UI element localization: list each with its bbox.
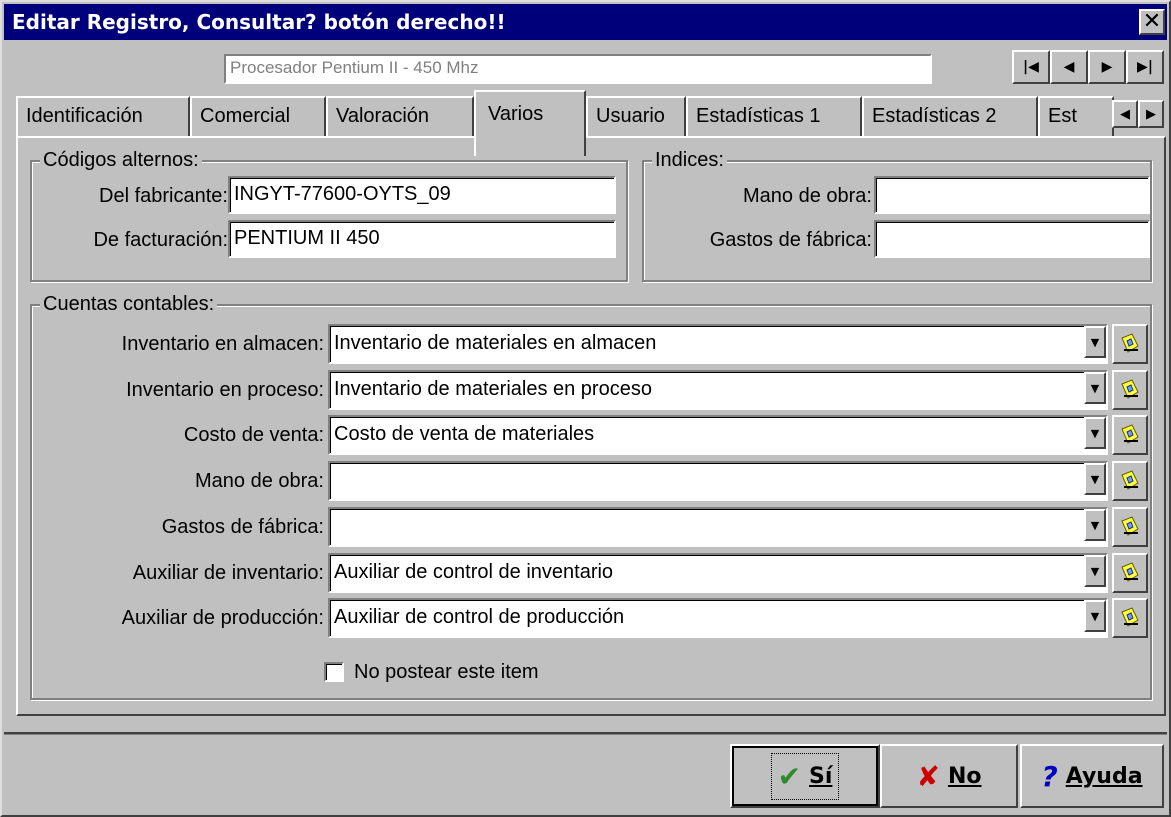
scroll-left-icon: ◀ xyxy=(1120,106,1130,122)
cuenta-value: Inventario de materiales en proceso xyxy=(328,370,1108,410)
cuenta-combo[interactable]: Costo de venta de materiales ▼ xyxy=(328,415,1108,455)
lookup-flashlight-icon[interactable] xyxy=(1112,415,1148,455)
dropdown-arrow-icon[interactable]: ▼ xyxy=(1084,555,1106,587)
cuenta-value: Auxiliar de control de inventario xyxy=(328,553,1108,593)
cuenta-combo[interactable]: Auxiliar de control de inventario ▼ xyxy=(328,553,1108,593)
cuenta-combo[interactable]: Auxiliar de control de producción ▼ xyxy=(328,598,1108,638)
tab-label: Identificación xyxy=(26,105,143,127)
cuenta-combo[interactable]: Inventario de materiales en almacen ▼ xyxy=(328,324,1108,364)
ayuda-label: Ayuda xyxy=(1065,763,1143,789)
close-icon: ✕ xyxy=(1142,9,1162,34)
no-postear-checkbox[interactable]: No postear este item xyxy=(324,658,539,686)
lookup-flashlight-icon[interactable] xyxy=(1112,370,1148,410)
dropdown-arrow-icon[interactable]: ▼ xyxy=(1084,372,1106,404)
cuenta-label: Gastos de fábrica: xyxy=(161,516,324,538)
tab-estadisticas-1[interactable]: Estadísticas 1 xyxy=(686,96,862,136)
no-label: No xyxy=(947,763,982,789)
button-bar: ✔ Sí ✘ No ? Ayuda xyxy=(4,732,1167,816)
tab-usuario[interactable]: Usuario xyxy=(586,96,686,136)
checkmark-icon: ✔ xyxy=(777,759,802,793)
cuenta-value: Inventario de materiales en almacen xyxy=(328,324,1108,364)
cuenta-label: Costo de venta: xyxy=(183,424,324,446)
lookup-flashlight-icon[interactable] xyxy=(1112,553,1148,593)
dropdown-arrow-icon[interactable]: ▼ xyxy=(1084,509,1106,541)
checkbox-box[interactable] xyxy=(324,662,344,682)
first-icon: |◀ xyxy=(1023,59,1039,75)
last-icon: ▶| xyxy=(1137,59,1153,75)
tab-scroll-right-button[interactable]: ▶ xyxy=(1138,100,1164,128)
indices-gastos-input[interactable] xyxy=(874,220,1150,258)
close-button[interactable]: ✕ xyxy=(1139,9,1165,35)
tab-label: Est xyxy=(1048,105,1077,127)
no-button[interactable]: ✘ No xyxy=(880,744,1018,808)
facturacion-input[interactable]: PENTIUM II 450 xyxy=(228,220,616,258)
tab-varios[interactable]: Varios xyxy=(474,90,586,156)
tab-scroll-left-button[interactable]: ◀ xyxy=(1112,100,1138,128)
tab-strip: Identificación Comercial Valoración Vari… xyxy=(16,90,1166,160)
x-icon: ✘ xyxy=(916,759,940,793)
cuenta-combo[interactable]: Inventario de materiales en proceso ▼ xyxy=(328,370,1108,410)
codigos-alternos-group: Códigos alternos: Del fabricante: INGYT-… xyxy=(30,148,628,282)
dropdown-arrow-icon[interactable]: ▼ xyxy=(1084,600,1106,632)
prev-icon: ◀ xyxy=(1063,59,1075,75)
cuenta-label: Auxiliar de producción: xyxy=(121,607,324,629)
prev-record-button[interactable]: ◀ xyxy=(1050,50,1088,84)
cuentas-contables-group: Cuentas contables: Inventario en almacen… xyxy=(30,292,1152,700)
indices-mano-label: Mano de obra: xyxy=(743,185,872,207)
cuentas-contables-title: Cuentas contables: xyxy=(40,292,218,316)
indices-gastos-label: Gastos de fábrica: xyxy=(709,229,872,251)
si-label: Sí xyxy=(809,763,833,789)
tab-label: Estadísticas 2 xyxy=(872,105,997,127)
question-icon: ? xyxy=(1041,759,1058,793)
lookup-flashlight-icon[interactable] xyxy=(1112,598,1148,638)
tab-label: Comercial xyxy=(200,105,291,127)
cuenta-label: Inventario en proceso: xyxy=(126,379,324,401)
scroll-right-icon: ▶ xyxy=(1146,106,1156,122)
cuenta-combo[interactable]: ▼ xyxy=(328,461,1108,501)
cuenta-label: Mano de obra: xyxy=(195,470,324,492)
title-bar[interactable]: Editar Registro, Consultar? botón derech… xyxy=(4,4,1167,40)
si-button[interactable]: ✔ Sí xyxy=(730,744,880,808)
cuenta-combo[interactable]: ▼ xyxy=(328,507,1108,547)
cuenta-value: Auxiliar de control de producción xyxy=(328,598,1108,638)
indices-group: Indices: Mano de obra: Gastos de fábrica… xyxy=(642,148,1152,282)
fabricante-label: Del fabricante: xyxy=(99,185,228,207)
si-button-content: ✔ Sí xyxy=(770,752,840,800)
first-record-button[interactable]: |◀ xyxy=(1012,50,1050,84)
no-postear-label: No postear este item xyxy=(354,660,539,683)
dialog-window: Editar Registro, Consultar? botón derech… xyxy=(0,0,1171,817)
next-icon: ▶ xyxy=(1101,59,1113,75)
ayuda-button[interactable]: ? Ayuda xyxy=(1020,744,1164,808)
dropdown-arrow-icon[interactable]: ▼ xyxy=(1084,417,1106,449)
tab-label: Usuario xyxy=(596,105,665,127)
last-record-button[interactable]: ▶| xyxy=(1126,50,1164,84)
tab-label: Varios xyxy=(488,103,544,125)
fabricante-input[interactable]: INGYT-77600-OYTS_09 xyxy=(228,176,616,214)
window-title: Editar Registro, Consultar? botón derech… xyxy=(12,10,506,34)
tab-label: Estadísticas 1 xyxy=(696,105,821,127)
lookup-flashlight-icon[interactable] xyxy=(1112,324,1148,364)
lookup-flashlight-icon[interactable] xyxy=(1112,507,1148,547)
cuenta-label: Inventario en almacen: xyxy=(121,333,324,355)
tab-est[interactable]: Est xyxy=(1038,96,1114,136)
cuenta-label: Auxiliar de inventario: xyxy=(132,562,324,584)
indices-mano-input[interactable] xyxy=(874,176,1150,214)
lookup-flashlight-icon[interactable] xyxy=(1112,461,1148,501)
cuenta-value xyxy=(328,461,1108,501)
cuenta-value xyxy=(328,507,1108,547)
next-record-button[interactable]: ▶ xyxy=(1088,50,1126,84)
tab-page-varios: Códigos alternos: Del fabricante: INGYT-… xyxy=(16,136,1166,716)
tab-valoracion[interactable]: Valoración xyxy=(326,96,474,136)
cuenta-value: Costo de venta de materiales xyxy=(328,415,1108,455)
dropdown-arrow-icon[interactable]: ▼ xyxy=(1084,326,1106,358)
tab-label: Valoración xyxy=(336,105,430,127)
current-record-field: Procesador Pentium II - 450 Mhz xyxy=(224,54,932,84)
dropdown-arrow-icon[interactable]: ▼ xyxy=(1084,463,1106,495)
tab-comercial[interactable]: Comercial xyxy=(190,96,326,136)
facturacion-label: De facturación: xyxy=(93,229,228,251)
tab-identificacion[interactable]: Identificación xyxy=(16,96,190,136)
tab-estadisticas-2[interactable]: Estadísticas 2 xyxy=(862,96,1038,136)
